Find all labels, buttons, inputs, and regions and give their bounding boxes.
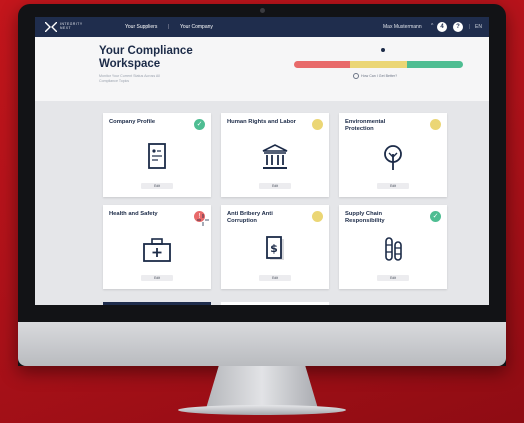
- card-partial: [103, 302, 211, 305]
- status-pending-icon: [312, 119, 323, 130]
- logo-text: INTEGRITY NEXT: [60, 22, 83, 30]
- status-pending-icon: [430, 119, 441, 130]
- help-link[interactable]: How Can I Get Better?: [353, 73, 397, 79]
- help-badge[interactable]: ?: [453, 22, 463, 32]
- page-subtitle: Monitor Your Current Status Across All C…: [99, 74, 160, 83]
- card-human-rights[interactable]: Human Rights and Labor Edit: [221, 113, 329, 197]
- edit-button[interactable]: Edit: [141, 183, 173, 189]
- monitor: INTEGRITY NEXT Your Suppliers | Your Com…: [18, 4, 506, 366]
- crosshair-icon: [197, 214, 209, 226]
- edit-button[interactable]: Edit: [141, 275, 173, 281]
- svg-text:$: $: [270, 242, 278, 255]
- nav-link-company[interactable]: Your Company: [180, 24, 213, 30]
- card-anti-bribery[interactable]: Anti Bribery Anti Corruption $ Edit: [221, 205, 329, 289]
- monitor-chin: [18, 322, 506, 366]
- card-company-profile[interactable]: Company Profile ✓ Edit: [103, 113, 211, 197]
- edit-button[interactable]: Edit: [377, 275, 409, 281]
- card-supply-chain[interactable]: Supply Chain Responsibility ✓ Edit: [339, 205, 447, 289]
- logo-icon: [45, 22, 57, 32]
- edit-button[interactable]: Edit: [377, 183, 409, 189]
- status-bar-yellow: [350, 61, 407, 68]
- card-environmental[interactable]: Environmental Protection Edit: [339, 113, 447, 197]
- card-health-safety[interactable]: Health and Safety ! Edit: [103, 205, 211, 289]
- card-title: Environmental Protection: [345, 119, 386, 132]
- card-title: Company Profile: [109, 119, 156, 125]
- tree-icon: [384, 145, 402, 170]
- lang-separator: |: [469, 24, 471, 30]
- monitor-base: [178, 405, 346, 415]
- card-partial: [221, 302, 329, 305]
- nav-separator: |: [168, 24, 170, 30]
- question-icon: [353, 73, 359, 79]
- first-aid-kit-icon: [143, 238, 171, 262]
- camera: [260, 8, 265, 13]
- document-icon: [148, 143, 166, 169]
- logo-line2: NEXT: [60, 26, 72, 30]
- edit-button[interactable]: Edit: [259, 275, 291, 281]
- card-title: Health and Safety: [109, 211, 158, 217]
- card-title: Human Rights and Labor: [227, 119, 296, 125]
- money-document-icon: $: [266, 236, 284, 260]
- card-title: Anti Bribery Anti Corruption: [227, 211, 273, 224]
- status-check-icon: ✓: [194, 119, 205, 130]
- language-switch[interactable]: EN: [475, 24, 482, 30]
- status-pending-icon: [312, 211, 323, 222]
- status-check-icon: ✓: [430, 211, 441, 222]
- chain-icon: [385, 237, 402, 261]
- edit-button[interactable]: Edit: [259, 183, 291, 189]
- nav-link-suppliers[interactable]: Your Suppliers: [125, 24, 157, 30]
- page-title: Your Compliance Workspace: [99, 45, 193, 70]
- top-navigation: INTEGRITY NEXT Your Suppliers | Your Com…: [35, 17, 489, 37]
- status-marker: [381, 48, 385, 52]
- user-name[interactable]: Max Mustermann: [383, 24, 422, 30]
- status-bar-red: [294, 61, 350, 68]
- card-title: Supply Chain Responsibility: [345, 211, 385, 224]
- chevron-up-icon[interactable]: ^: [431, 23, 433, 29]
- institution-icon: [262, 144, 288, 169]
- alerts-badge[interactable]: 4: [437, 22, 447, 32]
- screen: INTEGRITY NEXT Your Suppliers | Your Com…: [35, 17, 489, 305]
- status-bar-green: [407, 61, 463, 68]
- help-link-label: How Can I Get Better?: [361, 73, 398, 78]
